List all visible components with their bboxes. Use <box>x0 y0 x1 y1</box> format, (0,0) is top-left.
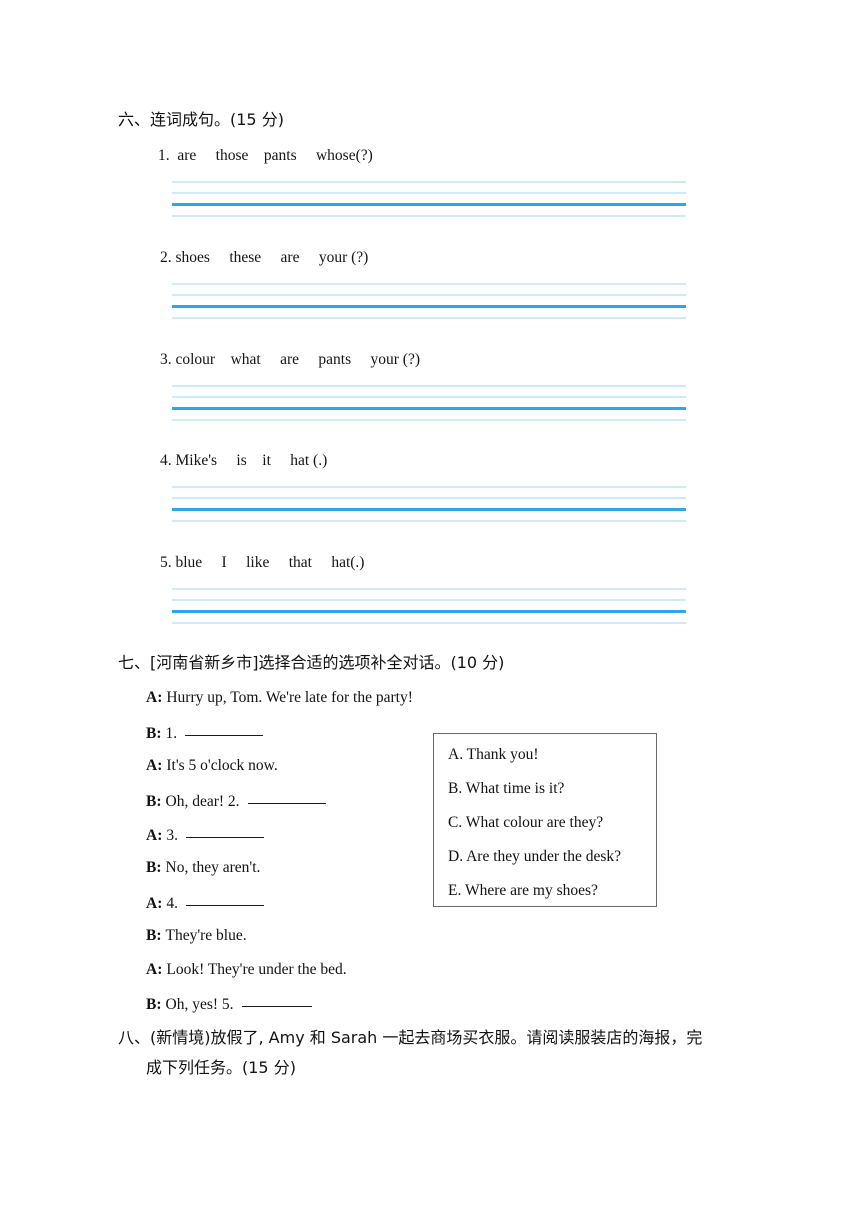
answer-blank-2[interactable] <box>247 790 326 804</box>
answer-blank-1[interactable] <box>185 722 264 736</box>
option-a[interactable]: A. Thank you! <box>448 745 642 765</box>
dialogue-line-9: A: Look! They're under the bed. <box>146 960 347 980</box>
dialogue-speaker: B: <box>146 793 162 810</box>
rule-midupper <box>172 294 686 296</box>
option-b[interactable]: B. What time is it? <box>448 779 642 799</box>
rule-top <box>172 283 686 285</box>
dialogue-text: 1. <box>165 725 178 742</box>
dialogue-text: It's 5 o'clock now. <box>166 757 278 774</box>
writing-lines-2[interactable] <box>172 283 686 328</box>
dialogue-text: Oh, yes! 5. <box>165 996 234 1013</box>
dialogue-text: Hurry up, Tom. We're late for the party! <box>166 689 413 706</box>
dialogue-text: 4. <box>166 895 178 912</box>
scramble-item-1: 1. are those pants whose(?) <box>158 147 373 164</box>
rule-bottom <box>172 419 686 421</box>
rule-bottom <box>172 215 686 217</box>
rule-midupper <box>172 192 686 194</box>
writing-lines-3[interactable] <box>172 385 686 430</box>
dialogue-speaker: B: <box>146 725 162 742</box>
section-eight-heading-line1: 八、(新情境)放假了, Amy 和 Sarah 一起去商场买衣服。请阅读服装店的… <box>118 1028 703 1047</box>
option-c[interactable]: C. What colour are they? <box>448 813 642 833</box>
writing-lines-1[interactable] <box>172 181 686 226</box>
dialogue-speaker: A: <box>146 827 163 844</box>
dialogue-speaker: B: <box>146 859 162 876</box>
answer-blank-4[interactable] <box>185 892 264 906</box>
rule-baseline <box>172 508 686 511</box>
section-eight-heading-line2: 成下列任务。(15 分) <box>146 1058 296 1077</box>
dialogue-text: 3. <box>166 827 178 844</box>
dialogue-line-1: A: Hurry up, Tom. We're late for the part… <box>146 688 413 708</box>
rule-top <box>172 486 686 488</box>
rule-top <box>172 588 686 590</box>
dialogue-text: Oh, dear! 2. <box>165 793 240 810</box>
scramble-item-3: 3. colour what are pants your (?) <box>160 351 420 368</box>
scramble-item-4: 4. Mike's is it hat (.) <box>160 452 328 469</box>
rule-baseline <box>172 203 686 206</box>
dialogue-speaker: A: <box>146 757 163 774</box>
dialogue-line-10: B: Oh, yes! 5. <box>146 993 312 1015</box>
dialogue-speaker: B: <box>146 996 162 1013</box>
scramble-item-5: 5. blue I like that hat(.) <box>160 554 365 571</box>
rule-baseline <box>172 305 686 308</box>
scramble-item-2: 2. shoes these are your (?) <box>160 249 369 266</box>
dialogue-speaker: A: <box>146 895 163 912</box>
section-eight-heading: 八、(新情境)放假了, Amy 和 Sarah 一起去商场买衣服。请阅读服装店的… <box>118 1023 758 1083</box>
options-box: A. Thank you! B. What time is it? C. Wha… <box>433 733 657 907</box>
rule-baseline <box>172 610 686 613</box>
dialogue-text: They're blue. <box>165 927 247 944</box>
dialogue-line-8: B: They're blue. <box>146 926 247 946</box>
writing-lines-5[interactable] <box>172 588 686 633</box>
dialogue-line-3: A: It's 5 o'clock now. <box>146 756 278 776</box>
dialogue-speaker: B: <box>146 927 162 944</box>
dialogue-line-7: A: 4. <box>146 892 264 914</box>
rule-bottom <box>172 622 686 624</box>
dialogue-line-2: B: 1. <box>146 722 264 744</box>
rule-top <box>172 385 686 387</box>
answer-blank-5[interactable] <box>241 993 312 1007</box>
dialogue-text: No, they aren't. <box>165 859 261 876</box>
dialogue-speaker: A: <box>146 961 163 978</box>
rule-midupper <box>172 396 686 398</box>
dialogue-speaker: A: <box>146 689 163 706</box>
rule-midupper <box>172 497 686 499</box>
answer-blank-3[interactable] <box>185 824 264 838</box>
option-e[interactable]: E. Where are my shoes? <box>448 881 642 901</box>
dialogue-line-6: B: No, they aren't. <box>146 858 260 878</box>
rule-midupper <box>172 599 686 601</box>
dialogue-text: Look! They're under the bed. <box>166 961 347 978</box>
section-six-heading: 六、连词成句。(15 分) <box>118 110 284 129</box>
rule-bottom <box>172 317 686 319</box>
rule-baseline <box>172 407 686 410</box>
dialogue-line-5: A: 3. <box>146 824 264 846</box>
worksheet-page: 六、连词成句。(15 分) 1. are those pants whose(?… <box>0 0 860 1216</box>
option-d[interactable]: D. Are they under the desk? <box>448 847 642 867</box>
section-seven-heading: 七、[河南省新乡市]选择合适的选项补全对话。(10 分) <box>118 653 505 672</box>
rule-bottom <box>172 520 686 522</box>
rule-top <box>172 181 686 183</box>
dialogue-line-4: B: Oh, dear! 2. <box>146 790 326 812</box>
writing-lines-4[interactable] <box>172 486 686 531</box>
